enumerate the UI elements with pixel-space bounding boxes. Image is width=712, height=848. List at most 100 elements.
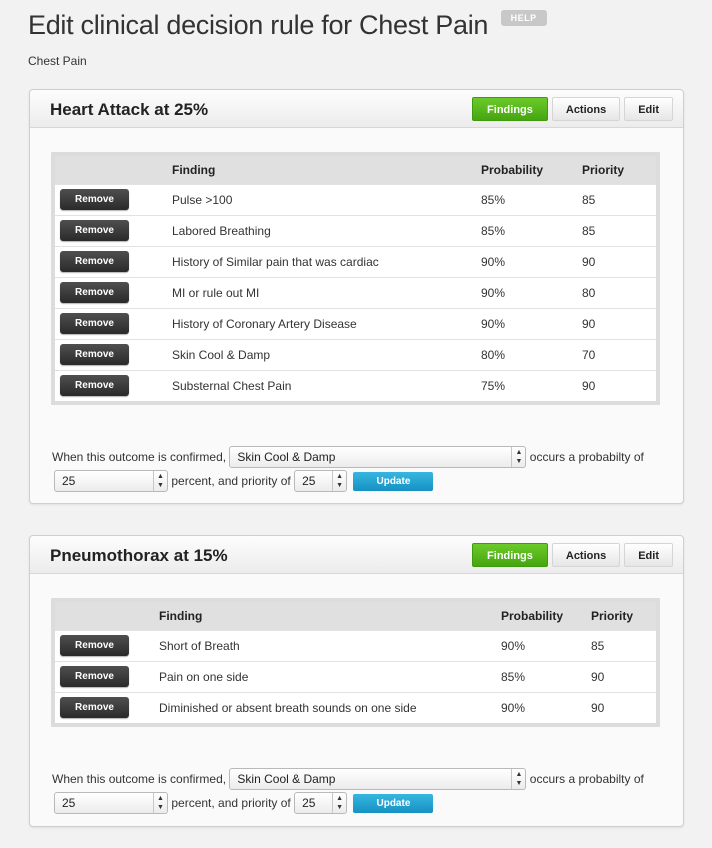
remove-button[interactable]: Remove xyxy=(60,220,129,241)
remove-button[interactable]: Remove xyxy=(60,635,129,656)
table-header-row: Finding Probability Priority xyxy=(55,156,656,184)
table-row: Remove Diminished or absent breath sound… xyxy=(55,691,656,723)
outcome-panel-heart-attack: Heart Attack at 25% Findings Actions Edi… xyxy=(29,89,684,504)
percent-text: percent, and priority of xyxy=(171,474,291,488)
help-button[interactable]: HELP xyxy=(500,9,547,26)
select-arrows-icon: ▲ ▼ xyxy=(153,471,167,491)
panel-header: Heart Attack at 25% Findings Actions Edi… xyxy=(30,90,683,128)
findings-table: Finding Probability Priority Remove Puls… xyxy=(55,156,656,401)
select-arrows-icon: ▲ ▼ xyxy=(332,471,346,491)
column-header-finding: Finding xyxy=(172,156,481,184)
tab-edit[interactable]: Edit xyxy=(624,97,673,121)
priority-select[interactable]: 25 ▲ ▼ xyxy=(294,792,348,814)
remove-button[interactable]: Remove xyxy=(60,697,129,719)
select-arrows-icon: ▲ ▼ xyxy=(153,793,167,813)
finding-select-value: Skin Cool & Damp xyxy=(237,450,336,464)
findings-table-wrap: Finding Probability Priority Remove Shor… xyxy=(51,598,660,727)
probability-cell: 90% xyxy=(501,629,591,661)
table-row: Remove Skin Cool & Damp 80% 70 xyxy=(55,338,656,370)
probability-select-value: 25 xyxy=(62,796,76,810)
remove-button[interactable]: Remove xyxy=(60,251,129,272)
probability-line: 25 ▲ ▼ percent, and priority of 25 ▲ ▼ Upd… xyxy=(54,792,434,814)
column-header-priority: Priority xyxy=(582,156,656,184)
percent-text: percent, and priority of xyxy=(171,796,291,810)
priority-cell: 90 xyxy=(582,307,656,339)
finding-cell: Substernal Chest Pain xyxy=(172,369,481,401)
probability-line: 25 ▲ ▼ percent, and priority of 25 ▲ ▼ Upd… xyxy=(54,470,434,492)
priority-select-value: 25 xyxy=(302,796,316,810)
finding-select[interactable]: Skin Cool & Damp ▲ ▼ xyxy=(229,768,527,790)
column-header-probability: Probability xyxy=(481,156,582,184)
confirmed-text: When this outcome is confirmed, xyxy=(52,772,227,786)
table-row: Remove MI or rule out MI 90% 80 xyxy=(55,276,656,308)
probability-cell: 85% xyxy=(501,660,591,692)
finding-cell: History of Similar pain that was cardiac xyxy=(172,245,481,277)
findings-table-wrap: Finding Probability Priority Remove Puls… xyxy=(51,152,660,405)
column-header-priority: Priority xyxy=(591,602,656,630)
outcome-panel-pneumothorax: Pneumothorax at 15% Findings Actions Edi… xyxy=(29,535,684,827)
probability-cell: 75% xyxy=(481,369,582,401)
remove-button[interactable]: Remove xyxy=(60,375,129,397)
finding-cell: History of Coronary Artery Disease xyxy=(172,307,481,339)
priority-cell: 80 xyxy=(582,276,656,308)
probability-cell: 85% xyxy=(481,214,582,246)
panel-tabs: Findings Actions Edit xyxy=(472,97,673,121)
table-row: Remove History of Similar pain that was … xyxy=(55,245,656,277)
table-row: Remove Substernal Chest Pain 75% 90 xyxy=(55,369,656,401)
priority-cell: 70 xyxy=(582,338,656,370)
update-button[interactable]: Update xyxy=(353,471,434,491)
probability-select-value: 25 xyxy=(62,474,76,488)
table-row: Remove History of Coronary Artery Diseas… xyxy=(55,307,656,339)
remove-button[interactable]: Remove xyxy=(60,282,129,303)
probability-cell: 85% xyxy=(481,183,582,215)
page-header: Edit clinical decision rule for Chest Pa… xyxy=(28,9,547,41)
finding-cell: Labored Breathing xyxy=(172,214,481,246)
remove-button[interactable]: Remove xyxy=(60,666,129,687)
findings-table: Finding Probability Priority Remove Shor… xyxy=(55,602,656,723)
table-row: Remove Pulse >100 85% 85 xyxy=(55,183,656,215)
table-row: Remove Pain on one side 85% 90 xyxy=(55,660,656,692)
probability-cell: 80% xyxy=(481,338,582,370)
tab-actions[interactable]: Actions xyxy=(551,97,621,121)
probability-cell: 90% xyxy=(481,276,582,308)
occurs-text: occurs a probabilty of xyxy=(529,450,644,464)
panel-tabs: Findings Actions Edit xyxy=(472,543,673,567)
probability-select[interactable]: 25 ▲ ▼ xyxy=(54,470,168,492)
confirm-line: When this outcome is confirmed, Skin Coo… xyxy=(52,446,644,468)
panel-header: Pneumothorax at 15% Findings Actions Edi… xyxy=(30,536,683,574)
priority-cell: 90 xyxy=(591,691,656,723)
table-row: Remove Labored Breathing 85% 85 xyxy=(55,214,656,246)
tab-findings[interactable]: Findings xyxy=(472,543,548,567)
priority-cell: 90 xyxy=(582,245,656,277)
priority-cell: 85 xyxy=(582,214,656,246)
confirmed-text: When this outcome is confirmed, xyxy=(52,450,227,464)
page-title: Edit clinical decision rule for Chest Pa… xyxy=(28,10,489,40)
remove-button[interactable]: Remove xyxy=(60,344,129,365)
finding-cell: Diminished or absent breath sounds on on… xyxy=(159,691,501,723)
probability-cell: 90% xyxy=(501,691,591,723)
probability-cell: 90% xyxy=(481,307,582,339)
tab-findings[interactable]: Findings xyxy=(472,97,548,121)
page-subtitle: Chest Pain xyxy=(28,54,87,68)
priority-select-value: 25 xyxy=(302,474,316,488)
priority-cell: 85 xyxy=(582,183,656,215)
occurs-text: occurs a probabilty of xyxy=(529,772,644,786)
column-header-action xyxy=(55,602,159,630)
outcome-title: Pneumothorax at 15% xyxy=(50,546,228,565)
column-header-action xyxy=(55,156,172,184)
remove-button[interactable]: Remove xyxy=(60,313,129,334)
outcome-title: Heart Attack at 25% xyxy=(50,100,209,119)
remove-button[interactable]: Remove xyxy=(60,189,129,210)
update-button[interactable]: Update xyxy=(353,793,434,813)
priority-cell: 90 xyxy=(591,660,656,692)
priority-select[interactable]: 25 ▲ ▼ xyxy=(294,470,348,492)
probability-select[interactable]: 25 ▲ ▼ xyxy=(54,792,168,814)
priority-cell: 90 xyxy=(582,369,656,401)
finding-select[interactable]: Skin Cool & Damp ▲ ▼ xyxy=(229,446,527,468)
table-row: Remove Short of Breath 90% 85 xyxy=(55,629,656,661)
tab-actions[interactable]: Actions xyxy=(551,543,621,567)
tab-edit[interactable]: Edit xyxy=(624,543,673,567)
column-header-probability: Probability xyxy=(501,602,591,630)
finding-cell: Short of Breath xyxy=(159,629,501,661)
finding-cell: Skin Cool & Damp xyxy=(172,338,481,370)
